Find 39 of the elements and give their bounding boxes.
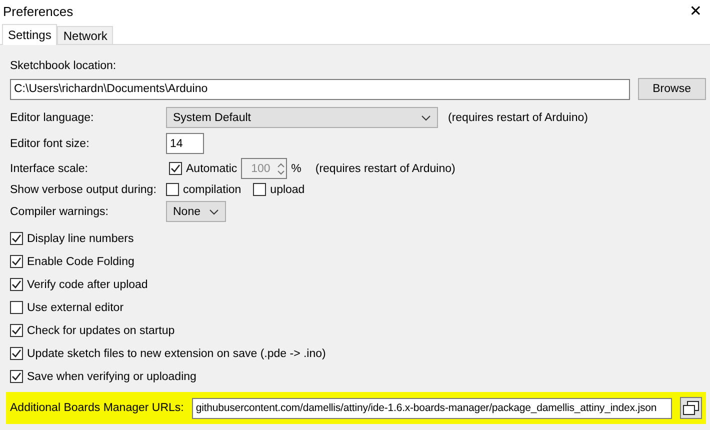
field-label: Interface scale:: [10, 162, 89, 174]
note-text: (requires restart of Arduino): [448, 112, 588, 124]
font-size-field[interactable]: 14: [166, 133, 204, 154]
checkbox[interactable]: Save when verifying or uploading: [10, 370, 196, 383]
field-label: Sketchbook location:: [10, 60, 116, 72]
tab[interactable]: Network: [57, 26, 114, 44]
language-dropdown[interactable]: System Default: [166, 107, 438, 128]
checkbox[interactable]: Update sketch files to new extension on save (.pde -> .ino): [10, 347, 326, 360]
checkbox[interactable]: Enable Code Folding: [10, 255, 134, 268]
field-label: Show verbose output during:: [10, 184, 158, 196]
field-label: Editor font size:: [10, 138, 90, 150]
check-icon: [11, 279, 22, 290]
warnings-dropdown[interactable]: None: [166, 201, 226, 222]
field-label: Additional Boards Manager URLs:: [10, 402, 184, 414]
boards-urls-field[interactable]: githubusercontent.com/damellis/attiny/ide-1.6.x-boards-manager/package_damellis_attiny_index.json: [192, 398, 672, 418]
check-icon: [11, 233, 22, 244]
check-icon: [170, 163, 181, 174]
close-button[interactable]: ✕: [685, 2, 706, 20]
sketchbook-location-field[interactable]: C:\Users\richardn\Documents\Arduino: [10, 78, 630, 100]
check-icon: [11, 256, 22, 267]
checkbox[interactable]: Use external editor: [10, 301, 124, 314]
checkbox[interactable]: compilation: [166, 183, 242, 196]
tab[interactable]: Settings: [2, 24, 58, 45]
field-label: Editor language:: [10, 112, 95, 124]
check-icon: [11, 325, 22, 336]
caret-icon: [421, 114, 431, 120]
unit-text: %: [291, 162, 302, 174]
check-icon: [11, 348, 22, 359]
check-icon: [11, 371, 22, 382]
field-label: Compiler warnings:: [10, 206, 110, 218]
checkbox[interactable]: Check for updates on startup: [10, 324, 175, 337]
window-icon[interactable]: [680, 397, 702, 419]
checkbox[interactable]: Verify code after upload: [10, 278, 148, 291]
checkbox[interactable]: upload: [253, 183, 305, 196]
browse-button[interactable]: Browse: [638, 78, 706, 100]
window-title: Preferences: [3, 4, 74, 18]
caret-icon: [209, 208, 219, 214]
note-text: (requires restart of Arduino): [315, 162, 456, 174]
checkbox[interactable]: Display line numbers: [10, 232, 134, 245]
